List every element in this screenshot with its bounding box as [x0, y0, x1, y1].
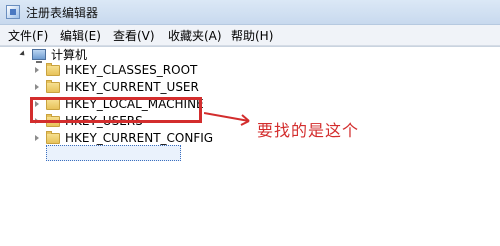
tree-item-hkey-classes-root[interactable]: HKEY_CLASSES_ROOT	[32, 62, 197, 78]
menu-view[interactable]: 查看(V)	[113, 27, 155, 44]
expand-arrow-icon[interactable]	[32, 133, 42, 143]
menu-help[interactable]: 帮助(H)	[231, 27, 273, 44]
registry-editor-icon	[6, 5, 20, 19]
menu-edit[interactable]: 编辑(E)	[60, 27, 101, 44]
folder-icon	[46, 79, 60, 93]
tree-item-computer[interactable]: 计算机	[18, 46, 88, 63]
tree-item-label: 计算机	[51, 47, 88, 62]
menu-bar: 文件(F) 编辑(E) 查看(V) 收藏夹(A) 帮助(H)	[0, 25, 500, 46]
computer-icon	[32, 48, 46, 63]
folder-icon	[46, 62, 60, 76]
tree-item-label: HKEY_CURRENT_USER	[65, 80, 199, 94]
menu-file[interactable]: 文件(F)	[8, 27, 48, 44]
registry-tree-pane: 计算机 HKEY_CLASSES_ROOT HKEY_CURRENT_USER …	[0, 46, 500, 246]
collapse-arrow-icon[interactable]	[18, 49, 28, 59]
title-bar: 注册表编辑器	[0, 0, 500, 25]
menu-favorites[interactable]: 收藏夹(A)	[168, 27, 222, 44]
annotation-text: 要找的是这个	[257, 121, 360, 140]
tree-item-label: HKEY_CLASSES_ROOT	[65, 63, 198, 77]
tree-item-label: HKEY_CURRENT_CONFIG	[65, 131, 214, 145]
window-title: 注册表编辑器	[26, 6, 99, 20]
expand-arrow-icon[interactable]	[32, 65, 42, 75]
expand-arrow-icon[interactable]	[32, 82, 42, 92]
selection-focus-rect	[46, 145, 181, 161]
tree-item-hkey-current-config[interactable]: HKEY_CURRENT_CONFIG	[32, 130, 213, 146]
tree-item-hkey-current-user[interactable]: HKEY_CURRENT_USER	[32, 79, 199, 95]
folder-icon	[46, 130, 60, 144]
red-highlight-box	[30, 97, 202, 123]
